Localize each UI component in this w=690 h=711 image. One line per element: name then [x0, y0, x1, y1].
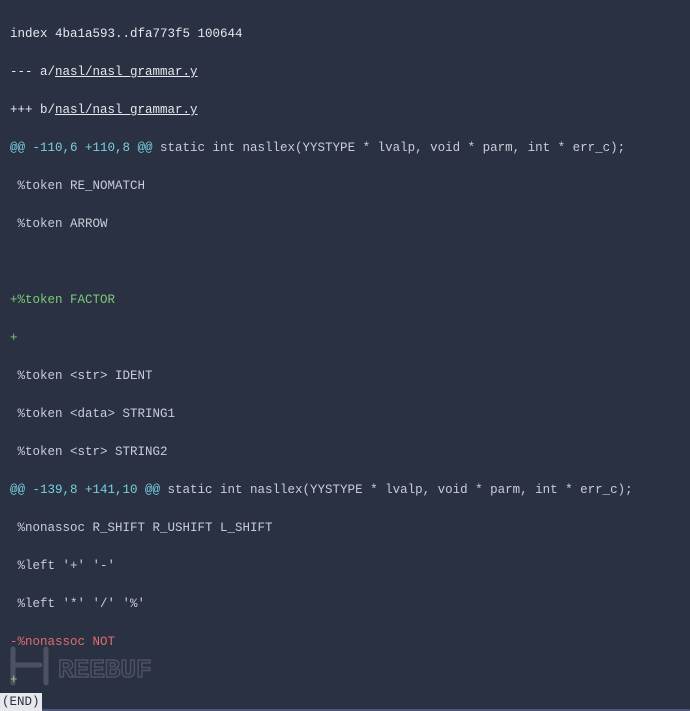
diff-blank-line [10, 253, 690, 272]
file-path-new: nasl/nasl_grammar.y [55, 103, 198, 117]
diff-added-line: +%token FACTOR [10, 291, 690, 310]
file-path-old: nasl/nasl_grammar.y [55, 65, 198, 79]
hunk1-header: @@ -110,6 +110,8 @@ static int nasllex(Y… [10, 139, 690, 158]
diff-added-line: + [10, 671, 690, 690]
diff-context-line: %token ARROW [10, 215, 690, 234]
diff-added-line: + [10, 329, 690, 348]
pager-end-indicator: (END) [0, 693, 42, 711]
diff-removed-line: -%nonassoc NOT [10, 633, 690, 652]
pager-status-bar[interactable]: (END) [0, 693, 690, 711]
diff-context-line: %token <str> IDENT [10, 367, 690, 386]
hunk2-header: @@ -139,8 +141,10 @@ static int nasllex(… [10, 481, 690, 500]
diff-output: index 4ba1a593..dfa773f5 100644 --- a/na… [0, 0, 690, 711]
file-old-line: --- a/nasl/nasl_grammar.y [10, 63, 690, 82]
diff-context-line: %token <data> STRING1 [10, 405, 690, 424]
diff-context-line: %token <str> STRING2 [10, 443, 690, 462]
index-line: index 4ba1a593..dfa773f5 100644 [10, 25, 690, 44]
diff-context-line: %left '+' '-' [10, 557, 690, 576]
diff-context-line: %nonassoc R_SHIFT R_USHIFT L_SHIFT [10, 519, 690, 538]
file-new-line: +++ b/nasl/nasl_grammar.y [10, 101, 690, 120]
diff-context-line: %token RE_NOMATCH [10, 177, 690, 196]
diff-context-line: %left '*' '/' '%' [10, 595, 690, 614]
